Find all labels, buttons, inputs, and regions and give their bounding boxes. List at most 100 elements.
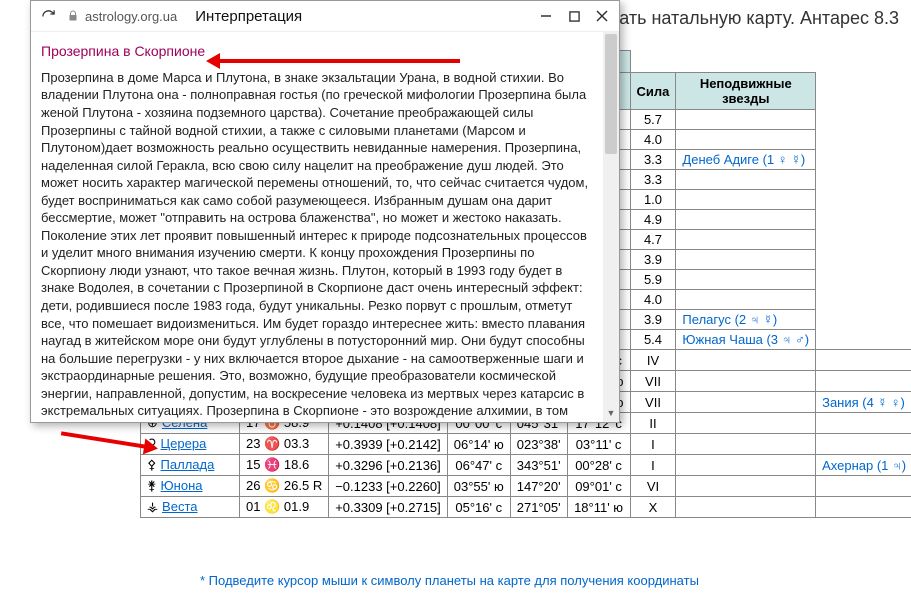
cell-dom: VI bbox=[630, 476, 676, 497]
cell-dec: 03°11' с bbox=[567, 434, 630, 455]
cell-sila: 5.4 bbox=[630, 330, 676, 350]
cell-star bbox=[676, 130, 816, 150]
cell-dom: I bbox=[630, 455, 676, 476]
cell-lat: 03°55' ю bbox=[447, 476, 510, 497]
star-link[interactable]: Зания (4 ☿ ♀) bbox=[822, 395, 905, 410]
cell-ra: 023°38' bbox=[510, 434, 567, 455]
cell-ra: 343°51' bbox=[510, 455, 567, 476]
cell-sila: 3.3 bbox=[630, 170, 676, 190]
planet-symbol-icon: ⚵ bbox=[147, 478, 157, 493]
cell-sila: 3.3 bbox=[630, 150, 676, 170]
cell-speed: +0.3939 [+0.2142] bbox=[329, 434, 448, 455]
cell-sila: 4.7 bbox=[630, 230, 676, 250]
cell-planet: ⚵ Юнона bbox=[141, 476, 240, 497]
cell-star bbox=[676, 210, 816, 230]
cell-sila: 5.7 bbox=[630, 110, 676, 130]
cell-sila: 5.9 bbox=[630, 270, 676, 290]
cell-star: Денеб Адиге (1 ♀ ☿) bbox=[676, 150, 816, 170]
cell-sila: 3.9 bbox=[630, 250, 676, 270]
cell-star bbox=[676, 190, 816, 210]
cell-dom: I bbox=[630, 434, 676, 455]
cell-star bbox=[816, 413, 911, 434]
planet-link[interactable]: Юнона bbox=[161, 478, 203, 493]
cell-sila: 4.9 bbox=[630, 210, 676, 230]
star-link[interactable]: Денеб Адиге (1 ♀ ☿) bbox=[682, 152, 805, 167]
annotation-arrow-1 bbox=[210, 59, 460, 63]
cell-lon: 15 ♓ 18.6 bbox=[240, 455, 329, 476]
planet-symbol-icon: ⚶ bbox=[147, 499, 158, 514]
cell-planet: ⚴ Паллада bbox=[141, 455, 240, 476]
scroll-thumb[interactable] bbox=[605, 34, 617, 154]
cell-star bbox=[816, 434, 911, 455]
cell-star bbox=[676, 170, 816, 190]
col-sila: Сила bbox=[630, 73, 676, 110]
table-row: ⚳Церера23 ♈ 03.3+0.3939 [+0.2142]06°14' … bbox=[141, 434, 911, 455]
planet-link[interactable]: Паллада bbox=[161, 457, 215, 472]
table-row: ⚵ Юнона 26 ♋ 26.5 R−0.1233 [+0.2260]03°55'… bbox=[141, 476, 911, 497]
popup-titlebar: astrology.org.ua Интерпретация bbox=[31, 1, 619, 32]
cell-star bbox=[676, 230, 816, 250]
star-link[interactable]: Ахернар (1 ♃) bbox=[822, 458, 906, 473]
scrollbar[interactable]: ▲ ▼ bbox=[603, 32, 619, 422]
table-row: ⚴Паллада15 ♓ 18.6+0.3296 [+0.2136]06°47'… bbox=[141, 455, 911, 476]
cell-star bbox=[816, 497, 911, 518]
cell-star bbox=[676, 110, 816, 130]
cell-lon: 26 ♋ 26.5 R bbox=[240, 476, 329, 497]
cell-sila bbox=[676, 434, 816, 455]
cell-star bbox=[816, 371, 911, 392]
cell-dom: VII bbox=[630, 392, 676, 413]
cell-ra: 147°20' bbox=[510, 476, 567, 497]
cell-star bbox=[816, 350, 911, 371]
table-row: ⚶ Веста 01 ♌ 01.9+0.3309 [+0.2715]05°16' с… bbox=[141, 497, 911, 518]
cell-sila: 4.0 bbox=[630, 130, 676, 150]
cell-star bbox=[676, 290, 816, 310]
cell-sila: 3.9 bbox=[630, 310, 676, 330]
planet-link[interactable]: Веста bbox=[162, 499, 197, 514]
star-link[interactable]: Пелагус (2 ♃ ☿) bbox=[682, 312, 777, 327]
planet-symbol-icon: ⚴ bbox=[147, 457, 157, 472]
cell-dec: 00°28' с bbox=[567, 455, 630, 476]
cell-speed: +0.3309 [+0.2715] bbox=[329, 497, 448, 518]
cell-star bbox=[676, 250, 816, 270]
reload-icon[interactable] bbox=[39, 7, 57, 25]
cell-star: Ахернар (1 ♃) bbox=[816, 455, 911, 476]
cell-lon: 01 ♌ 01.9 bbox=[240, 497, 329, 518]
minimize-button[interactable] bbox=[537, 7, 555, 25]
cell-dom: X bbox=[630, 497, 676, 518]
footnote: * Подведите курсор мыши к символу планет… bbox=[200, 573, 699, 588]
scroll-down-icon[interactable]: ▼ bbox=[603, 408, 619, 422]
popup-content: Прозерпина в Скорпионе Прозерпина в доме… bbox=[31, 32, 603, 422]
cell-ra: 271°05' bbox=[510, 497, 567, 518]
cell-dom: IV bbox=[630, 350, 676, 371]
cell-speed: −0.1233 [+0.2260] bbox=[329, 476, 448, 497]
close-button[interactable] bbox=[593, 7, 611, 25]
cell-planet: ⚶ Веста bbox=[141, 497, 240, 518]
popup-text: Прозерпина в доме Марса и Плутона, в зна… bbox=[41, 69, 589, 420]
cell-star bbox=[816, 476, 911, 497]
cell-sila bbox=[676, 371, 816, 392]
cell-sila bbox=[676, 413, 816, 434]
planet-link[interactable]: Церера bbox=[161, 436, 207, 451]
cell-dom: VII bbox=[630, 371, 676, 392]
cell-star bbox=[676, 270, 816, 290]
star-link[interactable]: Южная Чаша (3 ♃ ♂) bbox=[682, 332, 809, 347]
maximize-button[interactable] bbox=[565, 7, 583, 25]
cell-sila bbox=[676, 350, 816, 371]
url-bar: astrology.org.ua bbox=[67, 9, 177, 24]
interpretation-popup: astrology.org.ua Интерпретация Прозерпин… bbox=[30, 0, 620, 423]
col-stars: Неподвижные звезды bbox=[676, 73, 816, 110]
lock-icon bbox=[67, 10, 79, 22]
cell-lat: 05°16' с bbox=[447, 497, 510, 518]
cell-star: Южная Чаша (3 ♃ ♂) bbox=[676, 330, 816, 350]
cell-dec: 09°01' с bbox=[567, 476, 630, 497]
cell-lon: 23 ♈ 03.3 bbox=[240, 434, 329, 455]
cell-sila bbox=[676, 497, 816, 518]
cell-star: Пелагус (2 ♃ ☿) bbox=[676, 310, 816, 330]
cell-star: Зания (4 ☿ ♀) bbox=[816, 392, 911, 413]
url-host: astrology.org.ua bbox=[85, 9, 177, 24]
cell-sila: 1.0 bbox=[630, 190, 676, 210]
cell-dom: II bbox=[630, 413, 676, 434]
cell-dec: 18°11' ю bbox=[567, 497, 630, 518]
cell-lat: 06°47' с bbox=[447, 455, 510, 476]
cell-sila bbox=[676, 455, 816, 476]
